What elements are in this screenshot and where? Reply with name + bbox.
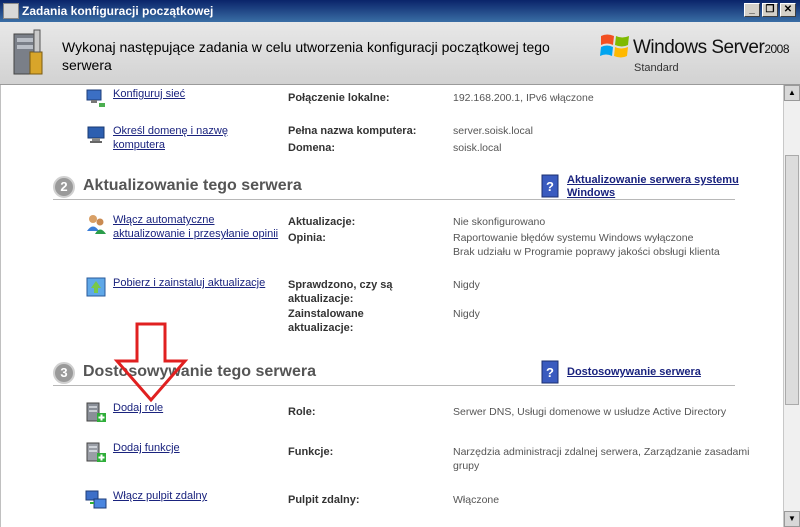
task-auto-update[interactable]: Włącz automatyczne aktualizowanie i prze… [85, 213, 285, 241]
detail-label: Pulpit zdalny: [288, 494, 360, 506]
detail-label: Domena: [288, 142, 336, 154]
computer-name-icon [87, 126, 105, 143]
brand-name-text: Windows Server [633, 37, 765, 58]
vertical-scrollbar[interactable]: ▲ ▼ [783, 85, 800, 527]
svg-text:?: ? [546, 365, 554, 380]
detail-label: Pełna nazwa komputera: [288, 125, 417, 137]
remote-desktop-link[interactable]: Włącz pulpit zdalny [113, 489, 207, 503]
brand-version: 2008 [764, 42, 790, 56]
task-enable-remote-desktop[interactable]: Włącz pulpit zdalny [85, 489, 207, 511]
window-controls: _ ❐ ✕ [744, 3, 796, 17]
task-download-updates[interactable]: Pobierz i zainstaluj aktualizacje [85, 276, 285, 298]
help-link-customize[interactable]: ? Dostosowywanie serwera [541, 360, 741, 384]
update-icon [86, 277, 106, 297]
detail-label: Opinia: [288, 232, 326, 244]
windows-flag-icon [600, 34, 629, 58]
add-feature-icon [86, 442, 106, 462]
help-book-icon: ? [541, 360, 559, 384]
header-banner: Wykonaj następujące zadania w celu utwor… [0, 22, 800, 85]
detail-value: Nie skonfigurowano [453, 216, 546, 228]
tasks-content[interactable]: Konfiguruj sieć Określ domenę i nazwę ko… [0, 85, 783, 527]
detail-label: Aktualizacje: [288, 216, 356, 228]
brand-edition: Standard [634, 62, 679, 74]
detail-label: Sprawdzono, czy są aktualizacje: [288, 279, 393, 305]
task-add-roles[interactable]: Dodaj role [85, 401, 163, 423]
annotation-arrow-icon [113, 322, 189, 403]
section-title: Aktualizowanie tego serwera [83, 177, 302, 194]
users-icon [87, 215, 106, 234]
header-description: Wykonaj następujące zadania w celu utwor… [62, 39, 550, 73]
window-title: Zadania konfiguracji początkowej [22, 4, 214, 18]
section-number: 3 [53, 362, 75, 384]
network-icon [86, 89, 105, 107]
add-role-icon [86, 402, 106, 422]
help-link-text[interactable]: Dostosowywanie serwera [567, 366, 701, 379]
detail-value: Raportowanie błędów systemu Windows wyłą… [453, 232, 694, 244]
help-link-text[interactable]: Aktualizowanie serwera systemu Windows [567, 174, 741, 200]
scroll-thumb[interactable] [785, 155, 799, 405]
add-features-link[interactable]: Dodaj funkcje [113, 441, 180, 455]
scroll-down-icon[interactable]: ▼ [784, 511, 800, 527]
detail-value: Serwer DNS, Usługi domenowe w usłudze Ac… [453, 406, 727, 418]
domain-name-link[interactable]: Określ domenę i nazwę komputera [113, 124, 255, 152]
section-number: 2 [53, 176, 75, 198]
task-domain-name[interactable]: Określ domenę i nazwę komputera [85, 124, 255, 152]
server-tools-icon [13, 29, 43, 75]
detail-value: Narzędzia administracji zdalnej serwera,… [453, 446, 750, 472]
detail-label: Zainstalowane aktualizacje: [288, 308, 364, 334]
configure-network-link[interactable]: Konfiguruj sieć [113, 87, 185, 101]
app-icon [3, 3, 19, 19]
task-configure-network[interactable]: Konfiguruj sieć [85, 87, 185, 109]
close-button[interactable]: ✕ [780, 3, 796, 17]
add-roles-link[interactable]: Dodaj role [113, 401, 163, 415]
detail-value: Nigdy [453, 279, 480, 291]
windows-server-logo: Windows Server2008 Standard [600, 30, 796, 76]
scroll-up-icon[interactable]: ▲ [784, 85, 800, 101]
svg-text:?: ? [546, 179, 554, 194]
detail-value: Nigdy [453, 308, 480, 320]
help-link-updates[interactable]: ? Aktualizowanie serwera systemu Windows [541, 174, 741, 200]
minimize-button[interactable]: _ [744, 3, 760, 17]
detail-value: server.soisk.local [453, 125, 533, 137]
detail-label: Połączenie lokalne: [288, 92, 390, 104]
title-bar[interactable]: Zadania konfiguracji początkowej _ ❐ ✕ [0, 0, 800, 22]
detail-label: Funkcje: [288, 446, 334, 458]
download-updates-link[interactable]: Pobierz i zainstaluj aktualizacje [113, 276, 265, 290]
detail-value: Brak udziału w Programie poprawy jakości… [453, 246, 720, 258]
detail-value: 192.168.200.1, IPv6 włączone [453, 92, 594, 104]
task-add-features[interactable]: Dodaj funkcje [85, 441, 180, 463]
restore-button[interactable]: ❐ [762, 3, 778, 17]
auto-update-link[interactable]: Włącz automatyczne aktualizowanie i prze… [113, 213, 285, 241]
detail-value: Włączone [453, 494, 500, 506]
detail-value: soisk.local [453, 142, 502, 154]
help-book-icon: ? [541, 174, 559, 198]
brand-name: Windows Server2008 [633, 37, 790, 59]
remote-desktop-icon [85, 490, 107, 509]
detail-label: Role: [288, 406, 316, 418]
